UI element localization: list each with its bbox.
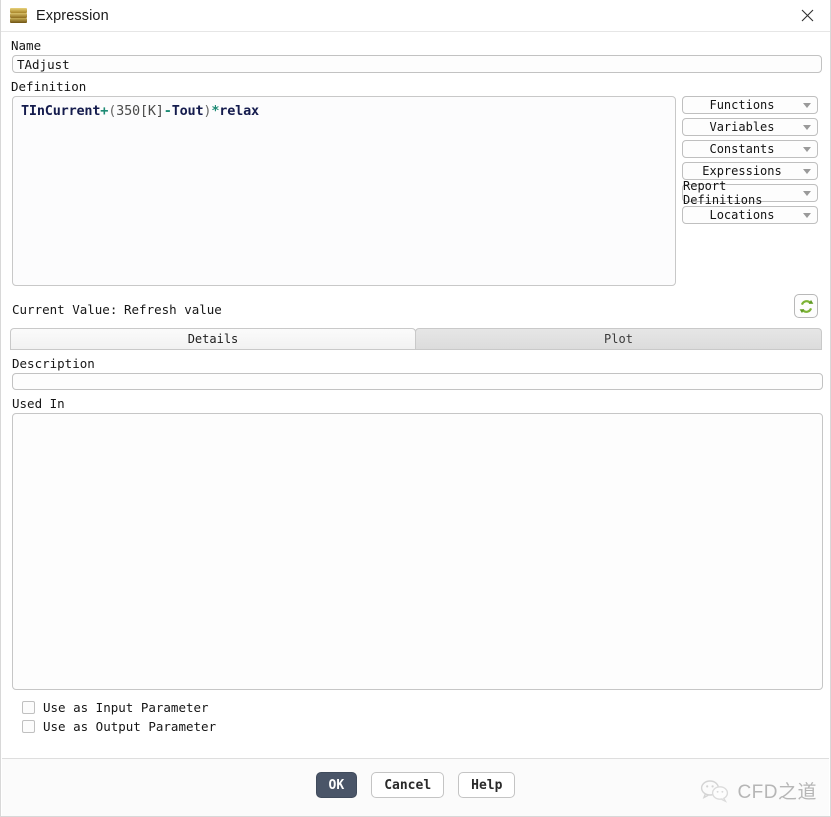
expr-token-ident: Tout [171,103,204,119]
expr-token-op: - [163,103,172,119]
tab-details[interactable]: Details [10,328,416,349]
chevron-down-icon [803,147,811,152]
expression-dialog: Expression Name TAdjust Definition TInCu… [0,0,831,817]
chevron-down-icon [803,103,811,108]
current-value-text: Refresh value [124,302,222,317]
tab-bar: Details Plot [10,328,822,349]
definition-editor[interactable]: TInCurrent+(350[K]-Tout)*relax [12,96,676,286]
insert-menu-expressions[interactable]: Expressions [682,162,818,180]
watermark-text: CFD之道 [737,782,817,803]
details-panel: Description Used In Use as Input Paramet… [10,349,823,745]
cancel-button[interactable]: Cancel [371,772,445,798]
name-input[interactable]: TAdjust [12,55,822,73]
definition-area: TInCurrent+(350[K]-Tout)*relax Functions… [1,96,830,288]
use-as-input-parameter-checkbox[interactable]: Use as Input Parameter [22,698,822,717]
expression-stack-icon [10,7,27,24]
insert-menu-locations[interactable]: Locations [682,206,818,224]
insert-menu-functions-label: Functions [709,98,775,112]
refresh-icon [799,299,813,313]
dialog-footer: OK Cancel Help CFD之道 [2,758,829,816]
checkbox-box-icon [22,720,35,733]
chevron-down-icon [803,191,811,196]
insert-menu-functions[interactable]: Functions [682,96,818,114]
insert-menu-report-definitions-label: Report Definitions [683,179,763,207]
current-value-label: Current Value: [12,302,118,317]
name-label: Name [11,38,42,53]
definition-expression-text: TInCurrent+(350[K]-Tout)*relax [21,103,667,119]
title-bar: Expression [1,0,830,32]
definition-label: Definition [11,79,87,94]
parameter-checkbox-group: Use as Input Parameter Use as Output Par… [22,698,822,736]
insert-menu-column: Functions Variables Constants Expression… [682,96,818,228]
wechat-bubbles-icon [701,779,729,803]
description-input[interactable] [12,373,823,390]
insert-menu-variables[interactable]: Variables [682,118,818,136]
expr-token-unit: [K] [139,103,164,119]
use-as-output-parameter-checkbox[interactable]: Use as Output Parameter [22,717,822,736]
help-button[interactable]: Help [458,772,516,798]
dialog-body: Name TAdjust Definition TInCurrent+(350[… [1,38,830,745]
insert-menu-report-definitions[interactable]: Report Definitions [682,179,818,207]
expr-token-ident: relax [219,103,259,119]
used-in-label: Used In [12,396,65,411]
insert-menu-expressions-label: Expressions [702,164,782,178]
description-label: Description [12,356,95,371]
expr-token-paren: ( [108,103,117,119]
insert-menu-locations-label: Locations [709,208,775,222]
expr-token-num: 350 [116,103,140,119]
refresh-value-button[interactable] [794,294,818,318]
use-as-output-parameter-label: Use as Output Parameter [43,719,217,734]
insert-menu-constants[interactable]: Constants [682,140,818,158]
used-in-list[interactable] [12,413,823,690]
chevron-down-icon [803,213,811,218]
insert-menu-constants-label: Constants [709,142,775,156]
close-icon[interactable] [785,0,830,31]
chevron-down-icon [803,125,811,130]
chevron-down-icon [803,169,811,174]
window-title: Expression [36,7,109,24]
checkbox-box-icon [22,701,35,714]
use-as-input-parameter-label: Use as Input Parameter [43,700,209,715]
ok-button[interactable]: OK [315,772,358,798]
watermark: CFD之道 [700,777,817,804]
expr-token-ident: TInCurrent [21,103,101,119]
current-value-row: Current Value: Refresh value [1,294,830,326]
insert-menu-variables-label: Variables [709,120,775,134]
tab-plot[interactable]: Plot [415,328,822,349]
